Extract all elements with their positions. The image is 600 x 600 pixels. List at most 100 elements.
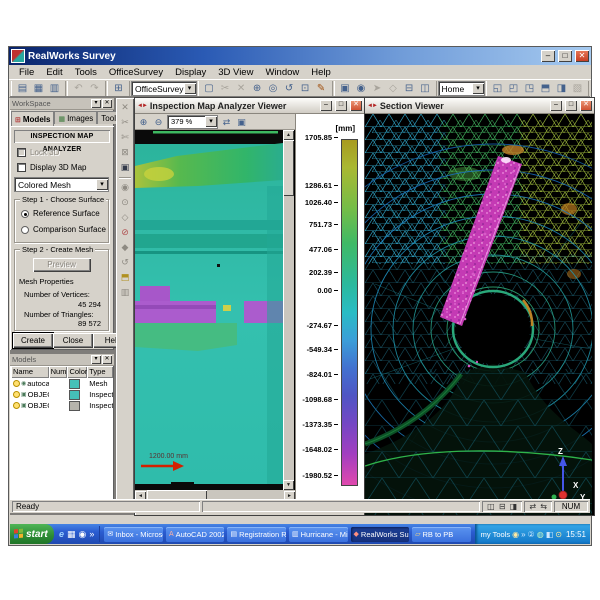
segmentation-icon[interactable]: ✄: [118, 130, 132, 145]
checkbox-icon[interactable]: [17, 148, 26, 157]
minimize-button[interactable]: –: [550, 100, 562, 111]
close-icon[interactable]: ✕: [102, 355, 112, 364]
create-button[interactable]: Create: [13, 333, 53, 348]
image-icon[interactable]: ▣: [338, 82, 353, 95]
mesh-type-combobox[interactable]: Colored Mesh ▾: [14, 177, 109, 192]
task-inbox[interactable]: ✉ Inbox - Microsof...: [104, 527, 163, 542]
media-icon[interactable]: ◉: [79, 529, 87, 540]
preview-button[interactable]: Preview: [33, 258, 91, 272]
radio-icon[interactable]: [21, 210, 29, 218]
column-color[interactable]: Color: [67, 366, 87, 378]
chevron-down-icon[interactable]: ▾: [472, 83, 484, 94]
zoom-out-icon[interactable]: ⊖: [152, 116, 165, 128]
table-row[interactable]: ◉autocad... Mesh: [11, 378, 113, 389]
cascade-icon[interactable]: ◳: [522, 82, 537, 95]
task-hurricane[interactable]: ▥ Hurricane - Micro...: [289, 527, 348, 542]
station-view-icon[interactable]: ⊙: [118, 195, 132, 210]
bulb-icon[interactable]: [13, 402, 20, 409]
scrollbar-thumb[interactable]: [283, 140, 294, 196]
task-registration[interactable]: ▤ Registration Rep...: [227, 527, 286, 542]
chevron-down-icon[interactable]: ▾: [205, 116, 217, 127]
close-button[interactable]: ✕: [575, 50, 589, 62]
close-button[interactable]: ✕: [580, 100, 592, 111]
view-combobox[interactable]: Home ▾: [438, 81, 485, 96]
pin-icon[interactable]: ▾: [91, 355, 101, 364]
menu-file[interactable]: File: [13, 66, 40, 79]
cut-icon[interactable]: ✂: [218, 82, 233, 95]
table-row[interactable]: ▣OBJECT... Inspectio: [11, 400, 113, 411]
task-realworks[interactable]: ◆ RealWorks Survey: [351, 527, 410, 542]
maximize-button[interactable]: □: [565, 100, 577, 111]
map-viewer-titlebar[interactable]: ◄► Inspection Map Analyzer Viewer – □ ✕: [135, 98, 364, 114]
pane-3-icon[interactable]: ◨: [509, 502, 519, 511]
target-icon[interactable]: ◎: [266, 82, 281, 95]
display-3d-map-checkbox[interactable]: Display 3D Map: [17, 163, 86, 172]
examine-icon[interactable]: ◉: [118, 180, 132, 195]
fly-icon[interactable]: ➤: [370, 82, 385, 95]
link-2-icon[interactable]: ⇆: [539, 502, 548, 511]
redo-icon[interactable]: ↷: [87, 82, 102, 95]
fence-icon[interactable]: ⊠: [118, 145, 132, 160]
limit-box-icon[interactable]: ✕: [118, 100, 132, 115]
close-icon[interactable]: ✕: [102, 99, 112, 108]
inspection-heatmap[interactable]: 1200.00 mm: [135, 130, 283, 490]
menu-edit[interactable]: Edit: [40, 66, 68, 79]
orbit-icon[interactable]: ◉: [354, 82, 369, 95]
minimize-button[interactable]: –: [541, 50, 555, 62]
lock-icon[interactable]: ◫: [418, 82, 433, 95]
minimize-button[interactable]: –: [320, 100, 332, 111]
orbit-tool-icon[interactable]: ↺: [118, 255, 132, 270]
show-desktop-icon[interactable]: ▦: [67, 529, 76, 540]
save-icon[interactable]: ▦: [31, 82, 46, 95]
image-matching-icon[interactable]: ▣: [118, 160, 132, 175]
task-rb-to-pb[interactable]: ▱ RB to PB: [412, 527, 471, 542]
walk-icon[interactable]: ◇: [386, 82, 401, 95]
tray-globe-icon[interactable]: ◍: [537, 530, 544, 539]
zoom-in-icon[interactable]: ⊕: [137, 116, 150, 128]
menu-officesurvey[interactable]: OfficeSurvey: [103, 66, 169, 79]
task-autocad[interactable]: A AutoCAD 2002: [166, 527, 225, 542]
overflow-icon[interactable]: »: [89, 529, 94, 539]
chevron-down-icon[interactable]: ▾: [184, 83, 196, 94]
tray-badge-icon[interactable]: ②: [528, 530, 535, 539]
open-icon[interactable]: ▤: [15, 82, 30, 95]
menu-tools[interactable]: Tools: [69, 66, 103, 79]
scroll-up-icon[interactable]: ▲: [283, 130, 294, 140]
pane-1-icon[interactable]: ◫: [486, 502, 496, 511]
tab-images[interactable]: ▦ Images: [54, 111, 97, 124]
pin-icon[interactable]: ▾: [91, 99, 101, 108]
menu-help[interactable]: Help: [305, 66, 337, 79]
tray-sync-icon[interactable]: ⊙: [555, 530, 562, 539]
tile-vertical-icon[interactable]: ◨: [554, 82, 569, 95]
section-viewer-titlebar[interactable]: ◄► Section Viewer – □ ✕: [365, 98, 594, 114]
bulb-icon[interactable]: [13, 380, 20, 387]
sync-views-icon[interactable]: ▧: [570, 82, 585, 95]
mode-combobox[interactable]: OfficeSurvey ▾: [131, 81, 197, 96]
workspace-icon[interactable]: ⊞: [111, 82, 126, 95]
link-1-icon[interactable]: ⇄: [528, 502, 537, 511]
title-bar[interactable]: RealWorks Survey – □ ✕: [9, 47, 591, 65]
new-window-icon[interactable]: ◱: [490, 82, 505, 95]
start-button[interactable]: start: [10, 524, 54, 544]
menu-display[interactable]: Display: [169, 66, 212, 79]
reference-surface-radio[interactable]: Reference Surface: [21, 209, 100, 218]
no-image-icon[interactable]: ⊘: [118, 225, 132, 240]
close-button[interactable]: Close: [53, 333, 93, 348]
ie-icon[interactable]: e: [59, 529, 64, 539]
capture-icon[interactable]: ▣: [235, 116, 248, 128]
lock-3d-checkbox[interactable]: Lock 3D: [17, 148, 59, 157]
undo-icon[interactable]: ↶: [71, 82, 86, 95]
walkthrough-icon[interactable]: ◇: [118, 210, 132, 225]
scanner-icon[interactable]: ◆: [118, 240, 132, 255]
annotate-icon[interactable]: ✎: [314, 82, 329, 95]
tray-red-icon[interactable]: ◉: [512, 530, 519, 539]
radio-icon[interactable]: [21, 226, 29, 234]
measure-icon[interactable]: ⊕: [250, 82, 265, 95]
delete-icon[interactable]: ✕: [234, 82, 249, 95]
close-button[interactable]: ✕: [350, 100, 362, 111]
comparison-surface-radio[interactable]: Comparison Surface: [21, 225, 106, 234]
fit-icon[interactable]: ⊡: [298, 82, 313, 95]
menu-3dview[interactable]: 3D View: [212, 66, 259, 79]
rotate-icon[interactable]: ↺: [282, 82, 297, 95]
my-tools-label[interactable]: my Tools: [481, 530, 510, 539]
